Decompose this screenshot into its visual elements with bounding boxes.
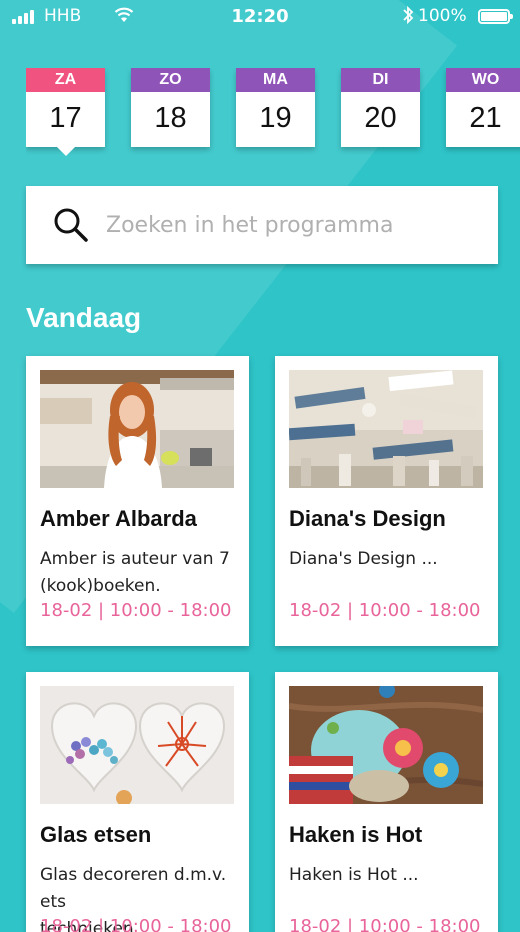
event-photo (40, 370, 234, 488)
event-title: Diana's Design (289, 506, 446, 531)
date-day-number: 19 (259, 102, 292, 134)
date-tab-za[interactable]: ZA 17 (26, 68, 105, 147)
bluetooth-icon (403, 5, 414, 25)
date-day-label: MA (236, 68, 315, 92)
event-time: 18-02 | 10:00 - 18:00 (40, 916, 232, 932)
date-day-label: ZA (26, 68, 105, 92)
event-photo (289, 370, 483, 488)
date-day-number: 20 (364, 102, 397, 134)
event-description-line: (kook)boeken. (40, 576, 161, 596)
section-title: Vandaag (26, 302, 142, 333)
event-description-line: Diana's Design ... (289, 549, 438, 569)
date-day-label: DI (341, 68, 420, 92)
event-card-glas-etsen[interactable]: Glas etsen Glas decoreren d.m.v. ets tec… (26, 672, 249, 932)
date-selector: ZA 17 ZO 18 MA 19 DI 20 WO 21 (26, 68, 520, 158)
event-card-haken-is-hot[interactable]: Haken is Hot Haken is Hot ... 18-02 | 10… (275, 672, 498, 932)
event-description: Haken is Hot ... (289, 862, 484, 916)
date-day-number: 21 (469, 102, 502, 134)
battery-icon (478, 9, 513, 24)
event-description-line: Haken is Hot ... (289, 865, 419, 885)
search-icon (54, 208, 88, 242)
date-day-number: 17 (49, 102, 82, 134)
search-input[interactable] (106, 212, 498, 238)
event-title: Haken is Hot (289, 822, 423, 847)
event-photo (40, 686, 234, 804)
search-bar[interactable] (26, 186, 498, 264)
date-day-label: ZO (131, 68, 210, 92)
date-tab-di[interactable]: DI 20 (341, 68, 420, 147)
event-time: 18-02 | 10:00 - 18:00 (289, 600, 481, 621)
event-description: Glas decoreren d.m.v. ets technieken. (40, 862, 235, 932)
event-photo (289, 686, 483, 804)
date-tab-wo[interactable]: WO 21 (446, 68, 520, 147)
event-description: Amber is auteur van 7 (kook)boeken. (40, 546, 235, 600)
event-description-line: Glas decoreren d.m.v. ets (40, 865, 227, 912)
date-day-number: 18 (154, 102, 187, 134)
date-tab-zo[interactable]: ZO 18 (131, 68, 210, 147)
event-time: 18-02 | 10:00 - 18:00 (289, 916, 481, 932)
date-day-label: WO (446, 68, 520, 92)
date-tab-ma[interactable]: MA 19 (236, 68, 315, 147)
event-time: 18-02 | 10:00 - 18:00 (40, 600, 232, 621)
event-description: Diana's Design ... (289, 546, 484, 600)
selected-date-indicator (56, 146, 76, 156)
event-description-line: Amber is auteur van 7 (40, 549, 230, 569)
event-card-amber-albarda[interactable]: Amber Albarda Amber is auteur van 7 (koo… (26, 356, 249, 646)
event-title: Amber Albarda (40, 506, 197, 531)
battery-percentage: 100% (418, 6, 467, 26)
event-title: Glas etsen (40, 822, 152, 847)
status-bar: HHB 12:20 100% (0, 0, 520, 34)
event-card-dianas-design[interactable]: Diana's Design Diana's Design ... 18-02 … (275, 356, 498, 646)
